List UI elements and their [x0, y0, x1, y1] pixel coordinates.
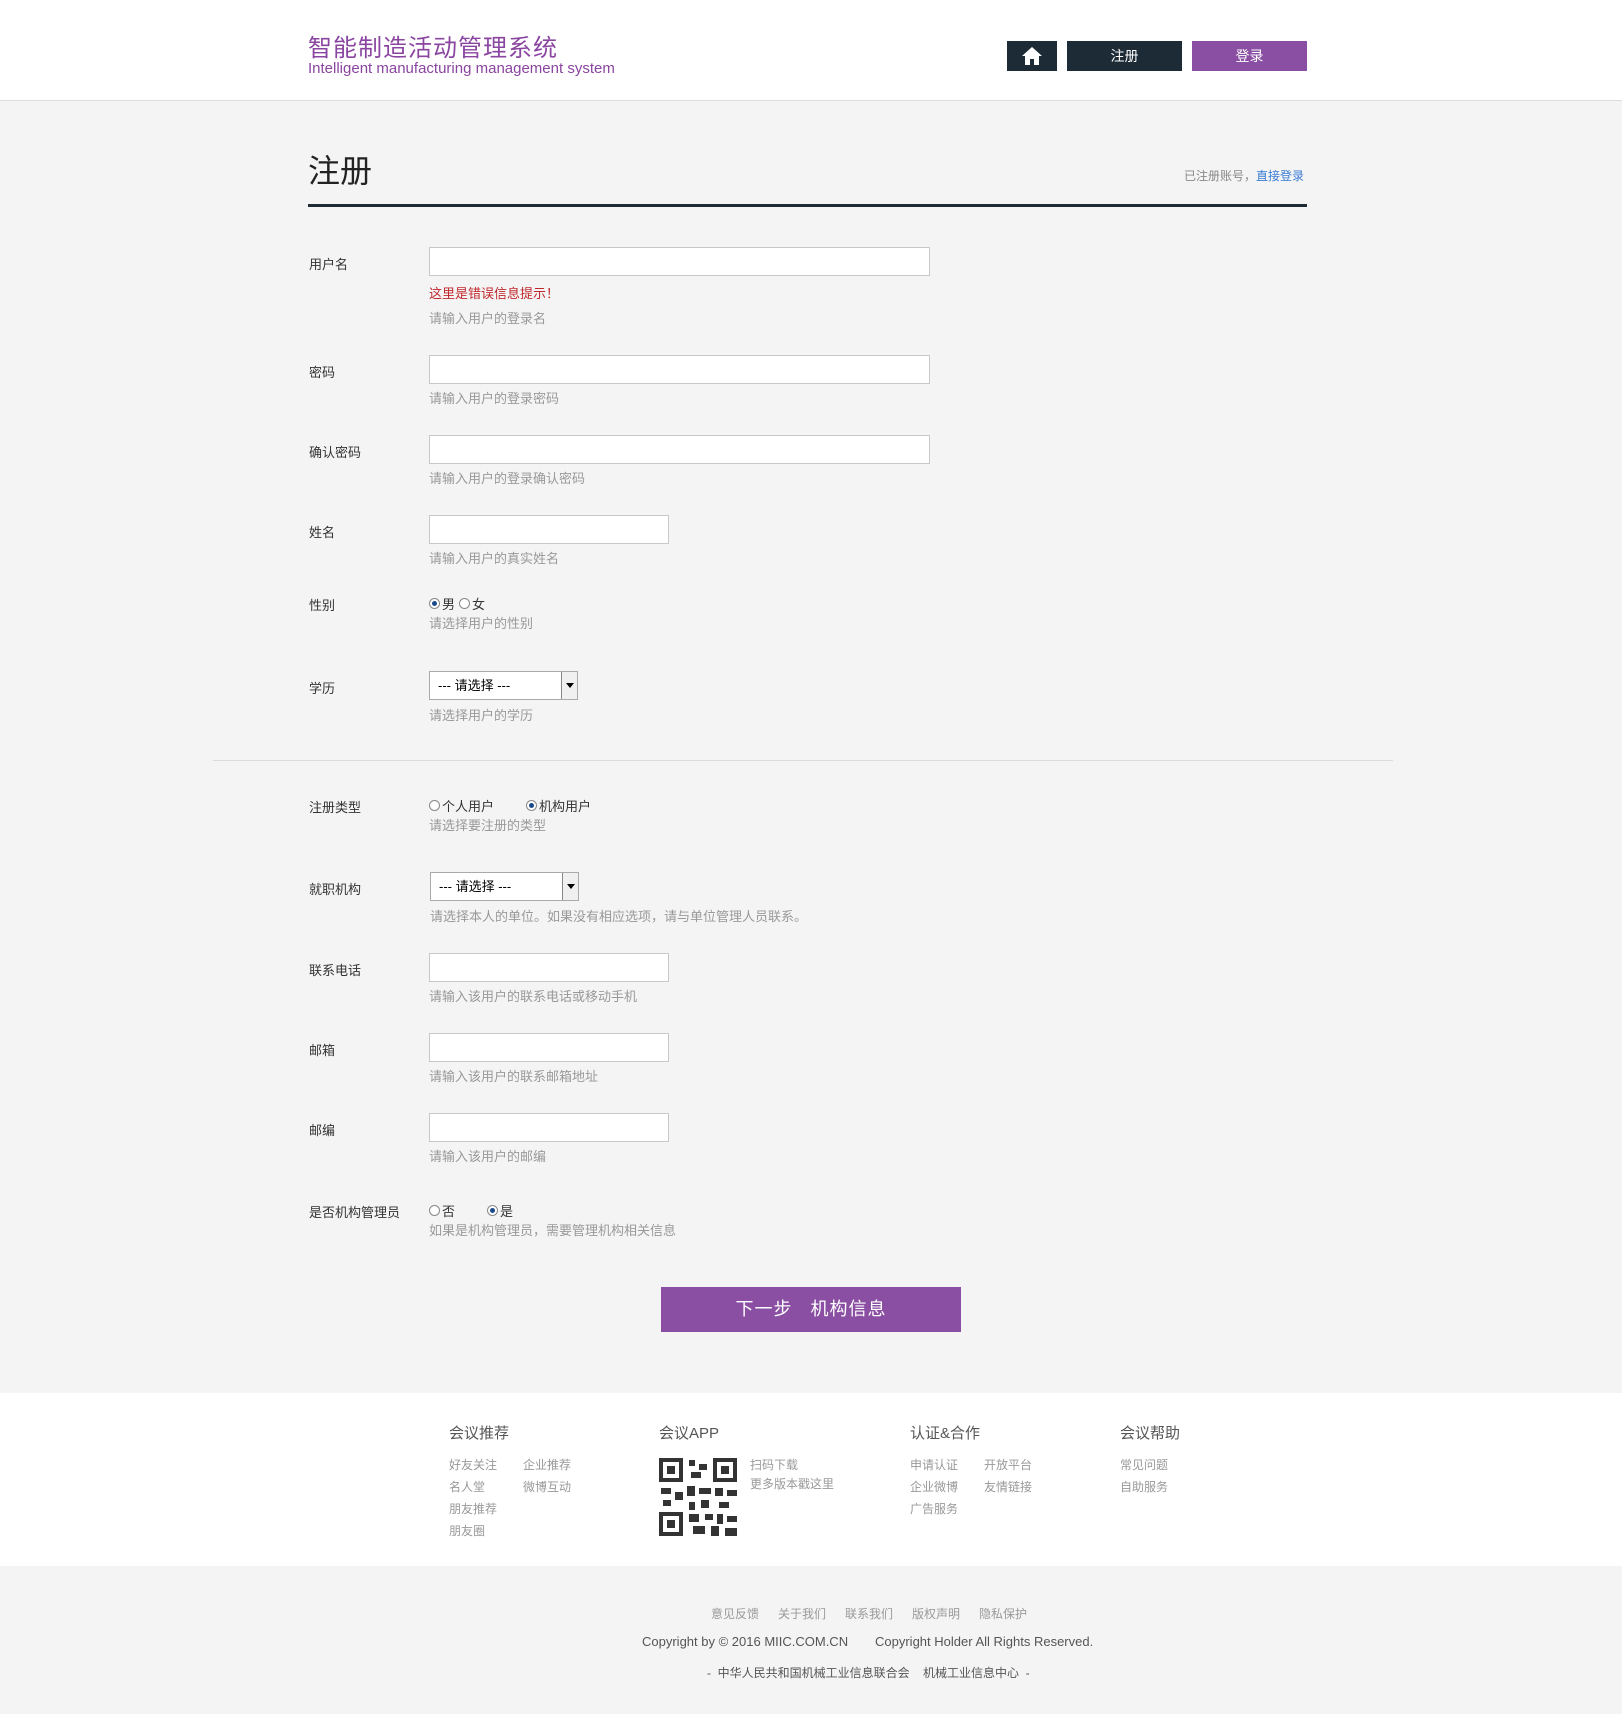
footer-link[interactable]: 扫码下载	[750, 1456, 798, 1473]
postcode-hint: 请输入该用户的邮编	[429, 1149, 547, 1164]
page-title: 注册	[308, 152, 373, 190]
footer-link[interactable]: 广告服务	[910, 1500, 958, 1517]
next-step-button[interactable]: 下一步 机构信息	[661, 1287, 961, 1332]
education-selected: --- 请选择 ---	[438, 678, 511, 693]
chevron-down-icon	[562, 873, 578, 900]
phone-input[interactable]	[429, 953, 669, 982]
brand-title-cn: 智能制造活动管理系统	[308, 35, 558, 62]
already-registered: 已注册账号，直接登录	[1184, 167, 1304, 184]
footer-link[interactable]: 友情链接	[984, 1478, 1032, 1495]
email-hint: 请输入该用户的联系邮箱地址	[429, 1069, 599, 1084]
name-hint: 请输入用户的真实姓名	[429, 551, 560, 566]
is-admin-hint: 如果是机构管理员，需要管理机构相关信息	[429, 1223, 677, 1238]
footer-col2-title: 会议APP	[659, 1425, 720, 1442]
is-admin-label: 是否机构管理员	[309, 1205, 401, 1220]
footer-link[interactable]: 更多版本戳这里	[750, 1475, 834, 1492]
postcode-input[interactable]	[429, 1113, 669, 1142]
chevron-down-icon	[561, 672, 577, 699]
is-admin-yes-radio[interactable]	[487, 1205, 499, 1216]
footer-bottom-link[interactable]: 隐私保护	[979, 1605, 1027, 1622]
education-hint: 请选择用户的学历	[429, 708, 534, 723]
footer-link[interactable]: 开放平台	[984, 1456, 1032, 1473]
institution-hint: 请选择本人的单位。如果没有相应选项，请与单位管理人员联系。	[430, 909, 808, 924]
email-label: 邮箱	[309, 1043, 336, 1058]
login-nav-button[interactable]: 登录	[1192, 41, 1307, 71]
gender-male-radio[interactable]	[429, 598, 440, 609]
copyright-text: Copyright by © 2016 MIIC.COM.CN	[642, 1634, 849, 1649]
footer-link[interactable]: 企业微博	[910, 1478, 958, 1495]
gender-hint: 请选择用户的性别	[429, 616, 534, 631]
footer-bottom-link[interactable]: 联系我们	[845, 1605, 893, 1622]
username-error: 这里是错误信息提示！	[429, 286, 560, 301]
reg-type-personal-radio[interactable]	[429, 800, 440, 811]
footer-link[interactable]: 名人堂	[449, 1478, 485, 1495]
already-text: 已注册账号，	[1184, 169, 1257, 183]
institution-selected: --- 请选择 ---	[439, 879, 512, 894]
qr-code-icon	[659, 1458, 737, 1536]
direct-login-link[interactable]: 直接登录	[1256, 169, 1304, 183]
is-admin-no-radio[interactable]	[429, 1205, 440, 1216]
reg-type-label: 注册类型	[309, 800, 362, 815]
footer-link[interactable]: 朋友推荐	[449, 1500, 497, 1517]
footer-bottom-link[interactable]: 意见反馈	[711, 1605, 759, 1622]
education-select[interactable]: --- 请选择 ---	[429, 671, 578, 700]
home-button[interactable]	[1007, 41, 1057, 71]
home-icon	[1022, 47, 1042, 65]
footer-link[interactable]: 申请认证	[910, 1456, 958, 1473]
footer-col3-title: 认证&合作	[910, 1425, 981, 1442]
reg-type-hint: 请选择要注册的类型	[429, 818, 547, 833]
is-admin-radio-group: 否 是	[429, 1201, 513, 1220]
password-hint: 请输入用户的登录密码	[429, 391, 560, 406]
footer-col4-title: 会议帮助	[1120, 1425, 1181, 1442]
education-label: 学历	[309, 681, 336, 696]
gender-label: 性别	[309, 598, 336, 613]
email-input[interactable]	[429, 1033, 669, 1062]
username-label: 用户名	[309, 257, 349, 272]
gender-female-label: 女	[472, 597, 486, 612]
reg-type-radio-group: 个人用户 机构用户	[429, 796, 591, 815]
reg-type-org-radio[interactable]	[526, 800, 538, 811]
footer-link[interactable]: 朋友圈	[449, 1522, 485, 1539]
footer-link[interactable]: 自助服务	[1120, 1478, 1168, 1495]
phone-label: 联系电话	[309, 963, 362, 978]
top-header: 智能制造活动管理系统 Intelligent manufacturing man…	[0, 0, 1622, 101]
institution-select[interactable]: --- 请选择 ---	[430, 872, 579, 901]
organization-line: - 中华人民共和国机械工业信息联合会 机械工业信息中心 -	[707, 1666, 1030, 1680]
title-divider	[308, 204, 1307, 207]
name-label: 姓名	[309, 525, 336, 540]
register-nav-button[interactable]: 注册	[1067, 41, 1182, 71]
footer-bottom-link[interactable]: 关于我们	[778, 1605, 826, 1622]
footer-col1-title: 会议推荐	[449, 1425, 510, 1442]
is-admin-no-label: 否	[442, 1204, 456, 1219]
password-input[interactable]	[429, 355, 930, 384]
phone-hint: 请输入该用户的联系电话或移动手机	[429, 989, 638, 1004]
reg-type-org-label: 机构用户	[539, 799, 592, 814]
name-input[interactable]	[429, 515, 669, 544]
footer-link[interactable]: 企业推荐	[523, 1456, 571, 1473]
footer-bottom-link[interactable]: 版权声明	[912, 1605, 960, 1622]
brand-title-en: Intelligent manufacturing management sys…	[308, 60, 615, 77]
username-hint: 请输入用户的登录名	[429, 311, 547, 326]
institution-label: 就职机构	[309, 882, 362, 897]
username-input[interactable]	[429, 247, 930, 276]
footer-link[interactable]: 好友关注	[449, 1456, 497, 1473]
confirm-password-label: 确认密码	[309, 445, 362, 460]
gender-male-label: 男	[442, 597, 456, 612]
postcode-label: 邮编	[309, 1123, 336, 1138]
reg-type-personal-label: 个人用户	[442, 799, 495, 814]
confirm-password-input[interactable]	[429, 435, 930, 464]
section-divider	[213, 760, 1393, 761]
gender-radio-group: 男 女	[429, 594, 485, 613]
footer-link[interactable]: 微博互动	[523, 1478, 571, 1495]
password-label: 密码	[309, 365, 336, 380]
confirm-password-hint: 请输入用户的登录确认密码	[429, 471, 586, 486]
footer-link[interactable]: 常见问题	[1120, 1456, 1168, 1473]
rights-text: Copyright Holder All Rights Reserved.	[875, 1634, 1094, 1649]
is-admin-yes-label: 是	[500, 1204, 514, 1219]
gender-female-radio[interactable]	[459, 598, 471, 609]
